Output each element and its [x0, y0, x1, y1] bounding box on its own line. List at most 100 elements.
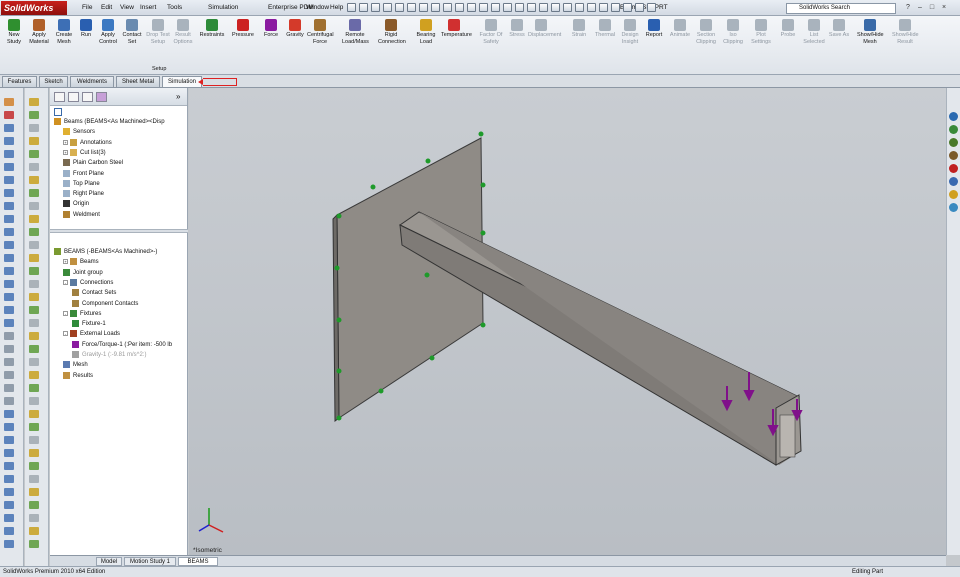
feature-tool-icon[interactable]	[29, 254, 39, 262]
remote-load-mass-button[interactable]: Remote Load/Mass	[342, 19, 369, 45]
search-input[interactable]: SolidWorks Search	[786, 3, 896, 14]
apply-material-button[interactable]: Apply Material	[26, 19, 52, 45]
quick-access-icon[interactable]	[455, 3, 464, 12]
feature-tree-item[interactable]: Front Plane	[63, 169, 104, 178]
task-pane-icon[interactable]	[949, 203, 958, 212]
quick-access-icon[interactable]	[395, 3, 404, 12]
study-tree-item[interactable]: Joint group	[63, 268, 103, 277]
bottom-tab-motion-study-1[interactable]: Motion Study 1	[124, 557, 176, 566]
study-tree-item[interactable]: - Connections	[63, 278, 113, 287]
strain-button[interactable]: Strain	[566, 19, 592, 39]
animate-button[interactable]: Animate	[667, 19, 693, 39]
task-pane-icon[interactable]	[949, 151, 958, 160]
feature-tree-item[interactable]: Beams (BEAMS<As Machined><Disp	[54, 118, 165, 126]
sketch-tool-icon[interactable]	[4, 319, 14, 327]
expand-chevron-icon[interactable]: »	[176, 92, 180, 101]
feature-tool-icon[interactable]	[29, 124, 39, 132]
minimize-icon[interactable]: –	[916, 4, 924, 12]
study-tree-item[interactable]: + Beams	[63, 258, 99, 266]
feature-tool-icon[interactable]	[29, 267, 39, 275]
tab-weldments[interactable]: Weldments	[70, 76, 114, 87]
feature-tree-item[interactable]: Weldment	[63, 210, 100, 219]
sketch-tool-icon[interactable]	[4, 215, 14, 223]
sketch-tool-icon[interactable]	[4, 189, 14, 197]
rigid-connection-button[interactable]: Rigid Connection	[378, 19, 406, 45]
feature-tool-icon[interactable]	[29, 345, 39, 353]
tab-simulation[interactable]: Simulation	[162, 76, 202, 87]
feature-tool-icon[interactable]	[29, 280, 39, 288]
feature-tool-icon[interactable]	[29, 514, 39, 522]
contact-set-button[interactable]: Contact Set	[119, 19, 145, 45]
sketch-tool-icon[interactable]	[4, 124, 14, 132]
sketch-tool-icon[interactable]	[4, 436, 14, 444]
feature-tool-icon[interactable]	[29, 436, 39, 444]
iso-clipping-button[interactable]: Iso Clipping	[720, 19, 746, 45]
sketch-tool-icon[interactable]	[4, 345, 14, 353]
expand-toggle-icon[interactable]: +	[63, 259, 68, 265]
pressure-button[interactable]: Pressure	[230, 19, 256, 39]
quick-access-icon[interactable]	[503, 3, 512, 12]
task-pane-icon[interactable]	[949, 112, 958, 121]
apply-control-button[interactable]: Apply Control	[95, 19, 121, 45]
sketch-tool-icon[interactable]	[4, 501, 14, 509]
quick-access-icon[interactable]	[611, 3, 620, 12]
quick-access-icon[interactable]	[407, 3, 416, 12]
sketch-tool-icon[interactable]	[4, 241, 14, 249]
quick-access-icon[interactable]	[647, 3, 656, 12]
feature-tree-item[interactable]: Origin	[63, 200, 89, 208]
feature-tool-icon[interactable]	[29, 176, 39, 184]
quick-access-icon[interactable]	[347, 3, 356, 12]
design-insight-button[interactable]: Design Insight	[617, 19, 643, 45]
feature-tool-icon[interactable]	[29, 241, 39, 249]
sketch-tool-icon[interactable]	[4, 137, 14, 145]
drop-test-setup-button[interactable]: Drop Test Setup	[145, 19, 171, 45]
study-tree-item[interactable]: Component Contacts	[72, 299, 138, 308]
gravity-button[interactable]: Gravity	[282, 19, 308, 39]
close-icon[interactable]: ×	[940, 4, 948, 12]
feature-tool-icon[interactable]	[29, 462, 39, 470]
menu-view[interactable]: View	[120, 4, 134, 11]
sketch-tool-icon[interactable]	[4, 98, 14, 106]
factor-of-safety-button[interactable]: Factor Of Safety	[478, 19, 504, 45]
quick-access-icon[interactable]	[443, 3, 452, 12]
menu-file[interactable]: File	[82, 4, 92, 11]
restraints-button[interactable]: Restraints	[199, 19, 225, 39]
quick-access-icon[interactable]	[587, 3, 596, 12]
study-tree-item[interactable]: Contact Sets	[72, 289, 116, 297]
tab-sketch[interactable]: Sketch	[39, 76, 68, 87]
sketch-tool-icon[interactable]	[4, 150, 14, 158]
feature-tool-icon[interactable]	[29, 397, 39, 405]
sketch-tool-icon[interactable]	[4, 163, 14, 171]
quick-access-icon[interactable]	[623, 3, 632, 12]
force-button[interactable]: Force	[258, 19, 284, 39]
feature-tool-icon[interactable]	[29, 540, 39, 548]
sketch-tool-icon[interactable]	[4, 371, 14, 379]
quick-access-icon[interactable]	[371, 3, 380, 12]
feature-tool-icon[interactable]	[29, 319, 39, 327]
feature-tool-icon[interactable]	[29, 293, 39, 301]
feature-tree-tab-icon[interactable]	[54, 92, 65, 102]
feature-tool-icon[interactable]	[29, 475, 39, 483]
sketch-tool-icon[interactable]	[4, 228, 14, 236]
temperature-button[interactable]: Temperature	[441, 19, 472, 39]
feature-tree-item[interactable]: Sensors	[63, 128, 95, 136]
help-icon[interactable]: ?	[904, 4, 912, 12]
feature-tool-icon[interactable]	[29, 449, 39, 457]
sketch-tool-icon[interactable]	[4, 488, 14, 496]
stress-button[interactable]: Stress	[504, 19, 530, 39]
sketch-tool-icon[interactable]	[4, 540, 14, 548]
expand-toggle-icon[interactable]: +	[63, 149, 68, 155]
sketch-tool-icon[interactable]	[4, 384, 14, 392]
quick-access-icon[interactable]	[563, 3, 572, 12]
show-hide-result-button[interactable]: Show/Hide Result	[892, 19, 919, 45]
sketch-tool-icon[interactable]	[4, 280, 14, 288]
quick-access-icon[interactable]	[551, 3, 560, 12]
feature-tool-icon[interactable]	[29, 228, 39, 236]
save-as-button[interactable]: Save As	[826, 19, 852, 39]
quick-access-icon[interactable]	[527, 3, 536, 12]
property-manager-tab-icon[interactable]	[68, 92, 79, 102]
show-hide-mesh-button[interactable]: Show/Hide Mesh	[857, 19, 884, 45]
study-tree-item[interactable]: Results	[63, 371, 93, 380]
feature-tree-item[interactable]: Right Plane	[63, 190, 104, 198]
sketch-tool-icon[interactable]	[4, 267, 14, 275]
